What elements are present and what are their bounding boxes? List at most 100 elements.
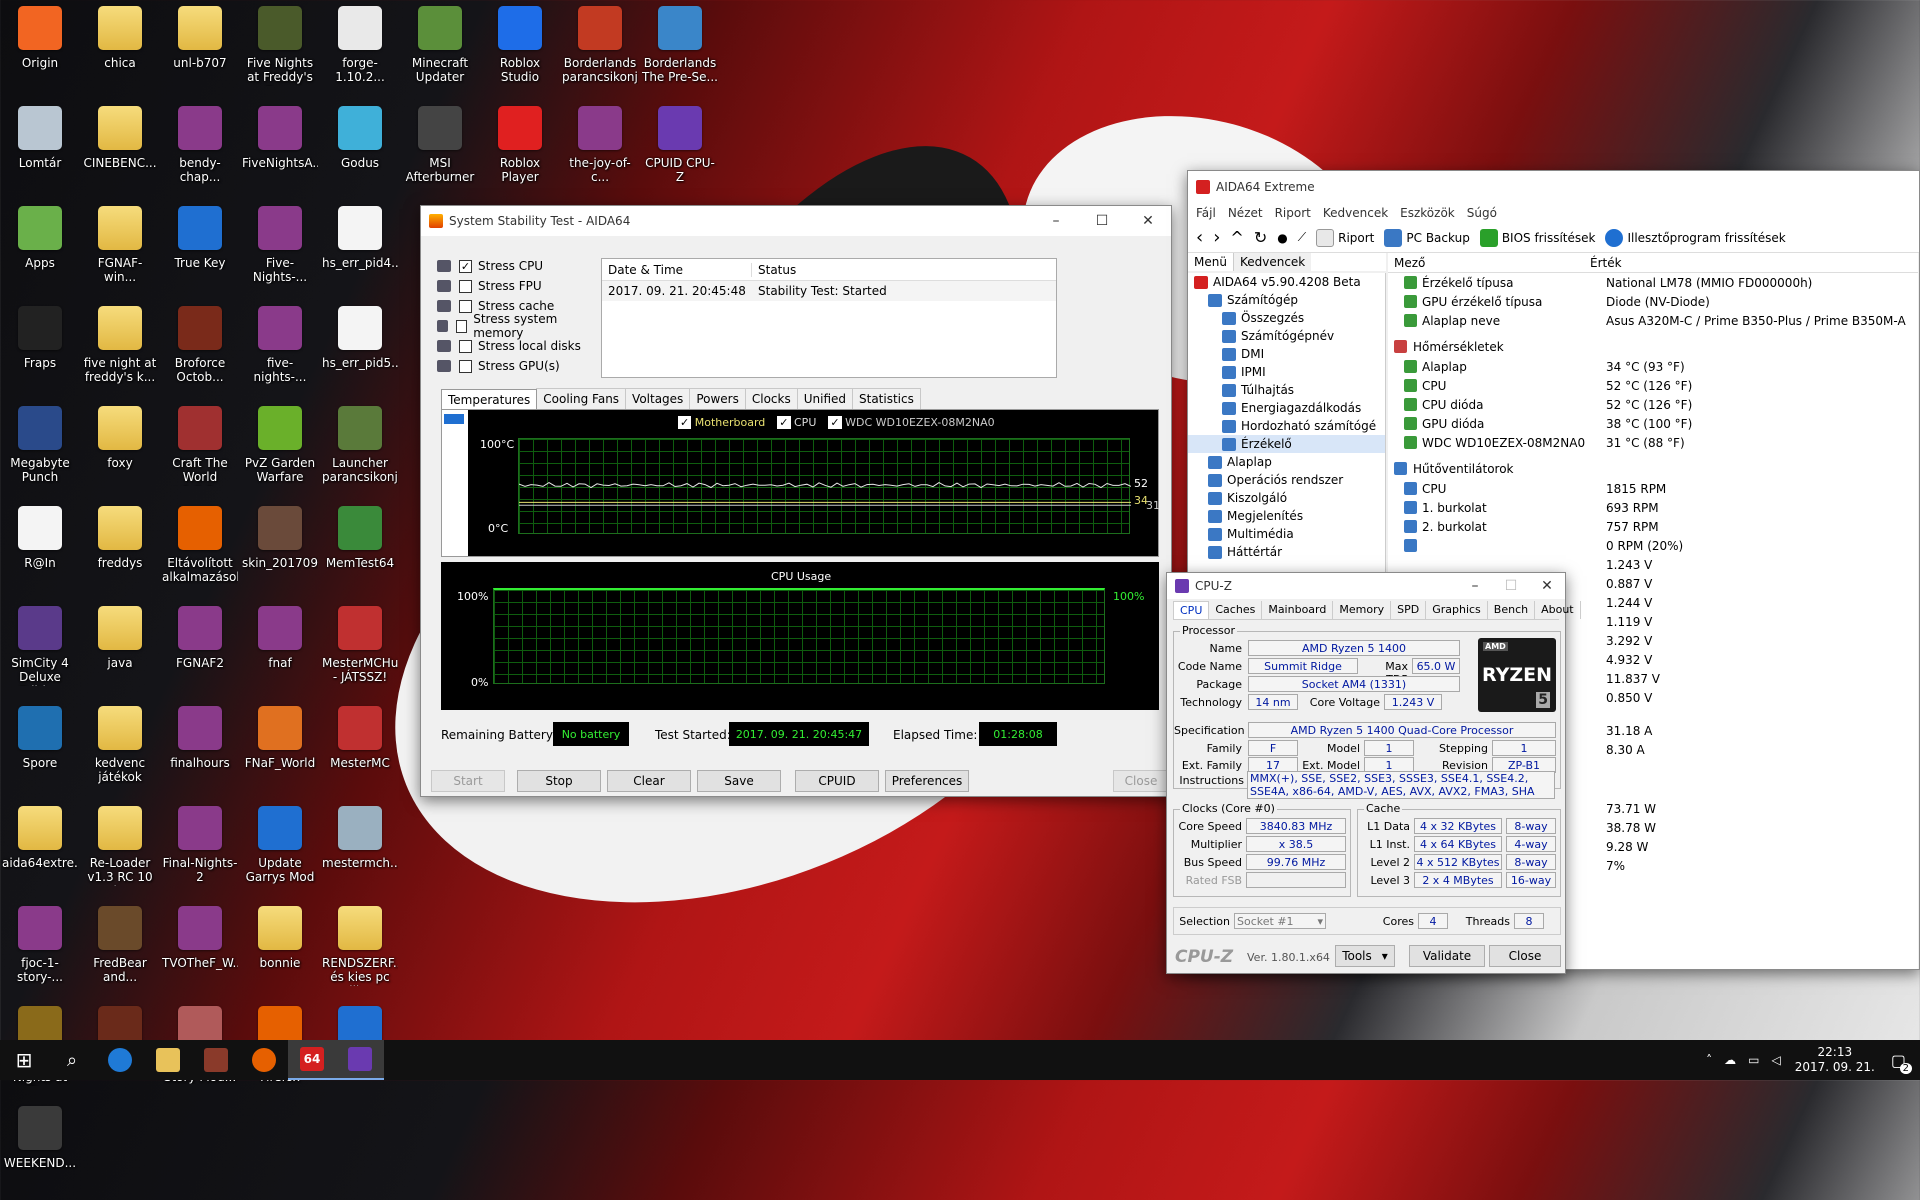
desktop-icon[interactable]: Broforce Octob... [162,302,238,400]
cpuz-tab-cpu[interactable]: CPU [1173,601,1210,619]
desktop-icon[interactable]: Eltávolított alkalmazások [162,502,238,600]
clock[interactable]: 22:13 2017. 09. 21. [1795,1045,1875,1075]
desktop-icon[interactable]: Godus [322,102,398,200]
desktop-icon[interactable]: bonnie [242,902,318,1000]
validate-button[interactable]: Validate [1409,945,1485,967]
stress-option[interactable]: Stress system memory [435,312,585,340]
desktop-icon[interactable]: TVOTheF_W... [162,902,238,1000]
cpuz-tab-graphics[interactable]: Graphics [1426,601,1488,619]
taskbar-app[interactable] [192,1040,240,1080]
desktop-icon[interactable]: PvZ Garden Warfare [242,402,318,500]
cpuz-tab-caches[interactable]: Caches [1209,601,1263,619]
desktop-icon[interactable]: Origin [2,2,78,100]
desktop-icon[interactable]: freddys [82,502,158,600]
desktop-icon[interactable]: foxy [82,402,158,500]
clear-button[interactable]: Clear [607,770,691,792]
tab-unified[interactable]: Unified [796,388,853,409]
desktop-icon[interactable]: FredBear and... [82,902,158,1000]
desktop-icon[interactable]: five-nights-... [242,302,318,400]
desktop-icon[interactable]: RENDSZERF... és kies pc ill... [322,902,398,1000]
desktop-icon[interactable]: Apps [2,202,78,300]
tree-item[interactable]: Energiagazdálkodás [1188,399,1385,417]
desktop-icon[interactable]: bendy-chap... [162,102,238,200]
up-icon[interactable]: ^ [1230,228,1243,247]
desktop-icon[interactable]: MesterMCHu - JÁTSSZ! [322,602,398,700]
preferences-button[interactable]: Preferences [885,770,969,792]
detail-row[interactable]: CPU 52 °C (126 °F) [1404,376,1918,395]
menu-item[interactable]: Súgó [1467,206,1497,220]
minimize-icon[interactable]: – [1457,573,1493,599]
desktop-icon[interactable]: Craft The World v1.0.0... [162,402,238,500]
menu-item[interactable]: Kedvencek [1323,206,1388,220]
tree-item[interactable]: Megjelenítés [1188,507,1385,525]
tree-item[interactable]: Operációs rendszer [1188,471,1385,489]
detail-row[interactable]: Alaplap 34 °C (93 °F) [1404,357,1918,376]
refresh-icon[interactable]: ↻ [1254,228,1267,247]
detail-row[interactable]: 2. burkolat 757 RPM [1404,517,1918,536]
minimize-icon[interactable]: – [1033,206,1079,236]
tab-voltages[interactable]: Voltages [625,388,691,409]
tree-item[interactable]: Számítógép [1188,291,1385,309]
tree-item[interactable]: Alaplap [1188,453,1385,471]
cpuz-title-bar[interactable]: CPU-Z – ☐ ✕ [1167,573,1565,599]
notification-button[interactable]: ▢ 2 [1891,1051,1912,1074]
cpuz-tab-about[interactable]: About [1535,601,1581,619]
desktop-icon[interactable]: fnaf [242,602,318,700]
cpuz-tab-bench[interactable]: Bench [1488,601,1536,619]
taskbar-firefox[interactable] [240,1040,288,1080]
start-button[interactable]: ⊞ [0,1040,48,1080]
start-button[interactable]: Start [431,770,505,792]
tools-button[interactable]: Tools ▾ [1335,945,1395,967]
stability-title-bar[interactable]: System Stability Test - AIDA64 – ☐ ✕ [421,206,1171,236]
tree-item[interactable]: DMI [1188,345,1385,363]
detail-row[interactable]: Érzékelő típusa National LM78 (MMIO FD000… [1404,273,1918,292]
menu-item[interactable]: Nézet [1228,206,1263,220]
desktop-icon[interactable]: R@In [2,502,78,600]
tab-favorites[interactable]: Kedvencek [1233,253,1312,271]
tree-item[interactable]: Háttértár [1188,543,1385,561]
desktop-icon[interactable]: hs_err_pid5... [322,302,398,400]
bios-update-button[interactable]: BIOS frissítések [1479,228,1595,247]
desktop-icon[interactable]: FiveNightsA... [242,102,318,200]
desktop-icon[interactable]: MemTest64 [322,502,398,600]
checkbox[interactable]: ✓ [459,259,472,273]
stress-option[interactable]: Stress GPU(s) [435,356,585,376]
desktop-icon[interactable]: forge-1.10.2... [322,2,398,100]
back-icon[interactable]: ‹ [1196,227,1203,248]
desktop-icon[interactable]: WEEKEND... [2,1102,78,1200]
detail-row[interactable]: 1. burkolat 693 RPM [1404,498,1918,517]
taskbar-aida64[interactable]: 64 [288,1040,336,1080]
stability-test-window[interactable]: System Stability Test - AIDA64 – ☐ ✕ ✓ St… [420,205,1172,797]
taskbar-explorer[interactable] [144,1040,192,1080]
pc-backup-button[interactable]: PC Backup [1384,228,1470,247]
cpuz-tab-spd[interactable]: SPD [1391,601,1427,619]
tree-item[interactable]: Összegzés [1188,309,1385,327]
forward-icon[interactable]: › [1213,227,1220,248]
detail-row[interactable]: 0 RPM (20%) [1404,536,1918,555]
volume-icon[interactable]: ◁ [1771,1053,1780,1067]
desktop-icon[interactable]: Spore [2,702,78,800]
chart-icon[interactable]: ⟋ [1298,230,1306,245]
cpuz-window[interactable]: CPU-Z – ☐ ✕ CPU Caches Mainboard Memory SPD G… [1166,572,1581,974]
maximize-icon[interactable]: ☐ [1079,206,1125,236]
maximize-icon[interactable]: ☐ [1493,573,1529,599]
stop-button[interactable]: Stop [517,770,601,792]
desktop-icon[interactable]: Megabyte Punch [2,402,78,500]
close-icon[interactable]: ✕ [1529,573,1565,599]
tab-powers[interactable]: Powers [689,388,746,409]
cpuz-tab-mainboard[interactable]: Mainboard [1262,601,1334,619]
desktop-icon[interactable]: mestermch... [322,802,398,900]
desktop-icon[interactable]: FNaF_World [242,702,318,800]
menu-item[interactable]: Fájl [1196,206,1216,220]
stress-option[interactable]: ✓ Stress CPU [435,256,585,276]
desktop-icon[interactable]: Roblox Studio [482,2,558,100]
desktop-icon[interactable]: Fraps [2,302,78,400]
stress-option[interactable]: Stress local disks [435,336,585,356]
driver-update-button[interactable]: Illesztőprogram frissítések [1605,228,1786,247]
desktop-icon[interactable]: Update Garrys Mod [242,802,318,900]
detail-row[interactable]: CPU dióda 52 °C (126 °F) [1404,395,1918,414]
search-button[interactable]: ⌕ [48,1040,96,1080]
desktop-icon[interactable]: Lomtár [2,102,78,200]
tab-statistics[interactable]: Statistics [852,388,921,409]
detail-row[interactable]: Alaplap neve Asus A320M-C / Prime B350-Pl… [1404,311,1918,330]
